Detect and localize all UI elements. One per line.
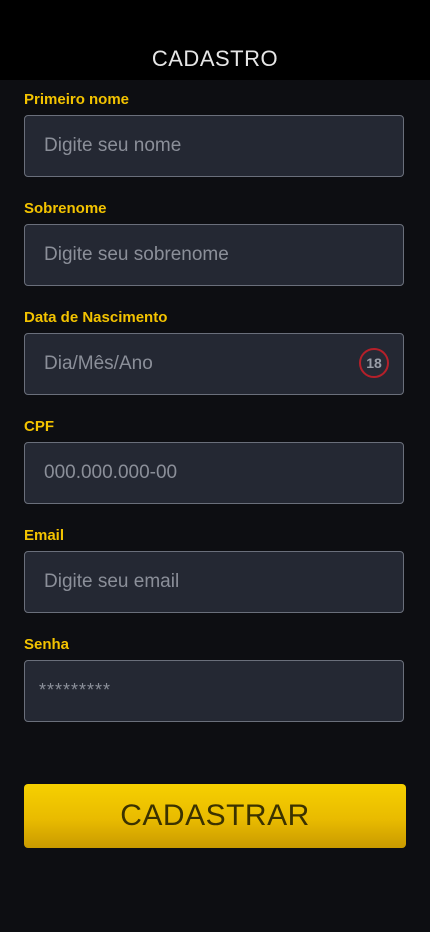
cpf-label: CPF (24, 418, 54, 435)
last-name-input[interactable] (25, 225, 403, 285)
first-name-input[interactable] (25, 116, 403, 176)
cpf-input[interactable] (25, 443, 403, 503)
email-field-box (24, 551, 404, 613)
birth-date-input[interactable] (25, 334, 403, 394)
email-input[interactable] (25, 552, 403, 612)
password-field-box (24, 660, 404, 722)
birth-date-label: Data de Nascimento (24, 309, 168, 326)
page-title: CADASTRO (151, 46, 279, 71)
last-name-label: Sobrenome (24, 200, 107, 217)
first-name-label: Primeiro nome (24, 91, 130, 108)
first-name-field-box (24, 115, 404, 177)
password-label: Senha (24, 636, 70, 653)
app-header: CADASTRO (0, 0, 430, 80)
password-input[interactable] (25, 661, 403, 721)
cpf-field-box (24, 442, 404, 504)
age-18-badge-icon: 18 (359, 348, 389, 378)
birth-date-field-box: 18 (24, 333, 404, 395)
last-name-field-box (24, 224, 404, 286)
register-button[interactable]: CADASTRAR (24, 784, 406, 848)
email-label: Email (24, 527, 65, 544)
